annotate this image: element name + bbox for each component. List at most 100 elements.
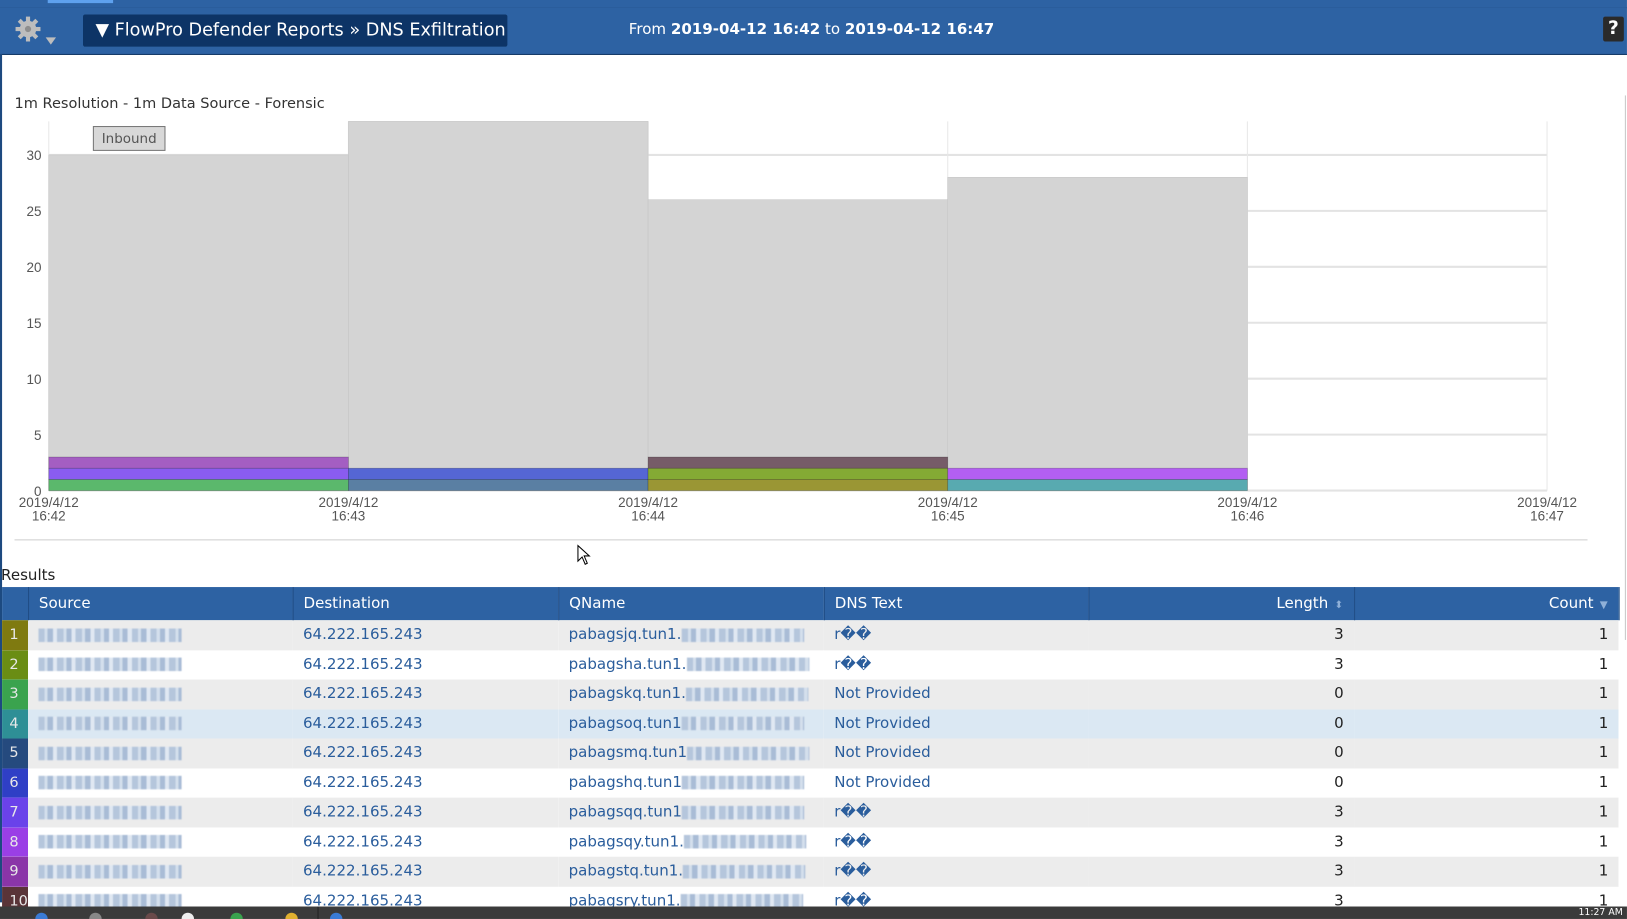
qname-text: pabagshq.tun1 — [568, 774, 682, 792]
redacted-domain — [685, 687, 809, 701]
taskbar-app-icon[interactable] — [285, 912, 298, 919]
taskbar-app-icon[interactable] — [89, 912, 102, 919]
length-cell: 0 — [1088, 679, 1355, 709]
dns-text-cell[interactable]: Not Provided — [823, 708, 1089, 739]
qname-cell[interactable]: pabagsqy.tun1. — [558, 827, 824, 857]
table-row[interactable]: 5 64.222.165.243 pabagsmq.tun1 Not Provided… — [2, 738, 1619, 769]
column-header-label: DNS Text — [834, 595, 903, 612]
from-value: 2019-04-12 16:42 — [670, 21, 821, 39]
qname-cell[interactable]: pabagskq.tun1. — [558, 679, 824, 709]
count-cell: 1 — [1354, 620, 1619, 650]
qname-text: pabagsjq.tun1. — [568, 626, 682, 644]
qname-cell[interactable]: pabagsha.tun1. — [558, 649, 824, 680]
source-cell[interactable] — [28, 708, 293, 739]
dns-text-cell[interactable]: r�� — [823, 620, 1089, 650]
destination-cell[interactable]: 64.222.165.243 — [292, 738, 559, 769]
source-cell[interactable] — [28, 797, 293, 828]
qname-cell[interactable]: pabagsjq.tun1. — [558, 620, 824, 650]
qname-cell[interactable]: pabagshq.tun1 — [558, 768, 824, 798]
report-menu-button[interactable]: ▼ FlowPro Defender Reports » DNS Exfiltr… — [83, 14, 508, 47]
length-cell: 0 — [1088, 738, 1355, 769]
taskbar-separator — [317, 906, 319, 919]
source-cell[interactable] — [28, 827, 293, 857]
table-row[interactable]: 3 64.222.165.243 pabagskq.tun1. Not Provide… — [2, 679, 1619, 709]
redacted-domain — [687, 746, 810, 761]
taskbar-app-icon[interactable] — [230, 912, 243, 919]
row-index: 8 — [2, 827, 29, 857]
length-cell: 3 — [1088, 649, 1355, 680]
table-row[interactable]: 2 64.222.165.243 pabagsha.tun1. r�� 3 1 — [2, 649, 1619, 680]
destination-cell[interactable]: 64.222.165.243 — [292, 679, 559, 709]
length-cell: 0 — [1088, 768, 1355, 798]
y-tick-label: 10 — [27, 372, 42, 387]
series-bar-row9 — [48, 456, 349, 469]
source-cell[interactable] — [28, 738, 293, 769]
series-bar-row4 — [348, 479, 649, 491]
help-button[interactable]: ? — [1603, 16, 1624, 42]
series-bar-row2 — [647, 467, 949, 480]
dns-text-cell[interactable]: Not Provided — [823, 738, 1089, 769]
destination-cell[interactable]: 64.222.165.243 — [292, 768, 559, 798]
dns-text-cell[interactable]: Not Provided — [823, 768, 1089, 798]
column-header-length[interactable]: Length ⬍ — [1088, 587, 1355, 621]
qname-cell[interactable]: pabagstq.tun1. — [558, 856, 824, 887]
destination-cell[interactable]: 64.222.165.243 — [292, 708, 559, 739]
length-cell: 3 — [1088, 620, 1355, 650]
destination-cell[interactable]: 64.222.165.243 — [292, 827, 559, 857]
source-cell[interactable] — [28, 649, 293, 680]
column-header-label: Source — [38, 595, 91, 612]
redacted-domain — [686, 657, 809, 672]
qname-cell[interactable]: pabagsqq.tun1 — [558, 797, 824, 828]
column-header-destination[interactable]: Destination — [292, 587, 559, 621]
length-cell: 3 — [1088, 856, 1355, 887]
table-row[interactable]: 7 64.222.165.243 pabagsqq.tun1 r�� 3 1 — [2, 797, 1619, 828]
active-tab-indicator[interactable] — [47, 0, 114, 4]
taskbar-app-icon[interactable] — [181, 912, 195, 919]
chart-divider — [14, 539, 1588, 541]
length-cell: 3 — [1088, 797, 1355, 828]
redacted-domain — [681, 776, 805, 790]
table-row[interactable]: 4 64.222.165.243 pabagsoq.tun1 Not Provided… — [2, 708, 1619, 739]
dns-text-cell[interactable]: r�� — [823, 827, 1089, 857]
sort-desc-icon[interactable]: ▼ — [1600, 600, 1608, 611]
table-row[interactable]: 1 64.222.165.243 pabagsjq.tun1. r�� 3 1 — [2, 620, 1619, 650]
row-index: 2 — [2, 649, 29, 680]
column-header-qname[interactable]: QName — [558, 587, 825, 621]
dns-text-cell[interactable]: r�� — [823, 649, 1089, 680]
column-header-count[interactable]: Count ▼ — [1354, 587, 1620, 621]
column-header-dns-text[interactable]: DNS Text — [823, 587, 1089, 621]
dns-text-cell[interactable]: r�� — [823, 856, 1089, 887]
row-index: 9 — [2, 856, 29, 887]
count-cell: 1 — [1354, 768, 1619, 798]
dns-text-cell[interactable]: Not Provided — [823, 679, 1089, 709]
qname-cell[interactable]: pabagsmq.tun1 — [558, 738, 824, 769]
series-bar-row6 — [348, 467, 649, 480]
destination-cell[interactable]: 64.222.165.243 — [292, 797, 559, 828]
redacted-source — [38, 628, 182, 642]
qname-cell[interactable]: pabagsoq.tun1 — [558, 708, 824, 739]
table-row[interactable]: 8 64.222.165.243 pabagsqy.tun1. r�� 3 1 — [2, 827, 1619, 857]
table-row[interactable]: 9 64.222.165.243 pabagstq.tun1. r�� 3 1 — [2, 856, 1619, 887]
source-cell[interactable] — [28, 856, 293, 887]
settings-gear-menu[interactable] — [12, 16, 60, 47]
redacted-source — [38, 864, 182, 879]
inbound-bar — [947, 177, 1248, 491]
gear-icon — [15, 16, 57, 45]
dns-text-cell[interactable]: r�� — [823, 797, 1089, 828]
destination-cell[interactable]: 64.222.165.243 — [292, 649, 559, 680]
source-cell[interactable] — [28, 679, 293, 709]
taskbar-app-icon[interactable] — [145, 912, 158, 919]
row-index: 4 — [2, 708, 29, 739]
destination-cell[interactable]: 64.222.165.243 — [292, 620, 559, 650]
taskbar-app-icon[interactable] — [329, 912, 343, 919]
chart-title: 1m Resolution - 1m Data Source - Forensi… — [14, 95, 325, 113]
sort-both-icon[interactable]: ⬍ — [1334, 600, 1343, 611]
source-cell[interactable] — [28, 768, 293, 798]
table-row[interactable]: 6 64.222.165.243 pabagshq.tun1 Not Provided… — [2, 768, 1619, 798]
destination-cell[interactable]: 64.222.165.243 — [292, 856, 559, 887]
taskbar-app-icon[interactable] — [35, 912, 48, 919]
taskbar-clock[interactable]: 11:27 AM — [1578, 908, 1622, 918]
x-tick-label: 16:43 — [332, 509, 366, 524]
source-cell[interactable] — [28, 620, 293, 650]
column-header-source[interactable]: Source — [28, 587, 294, 621]
